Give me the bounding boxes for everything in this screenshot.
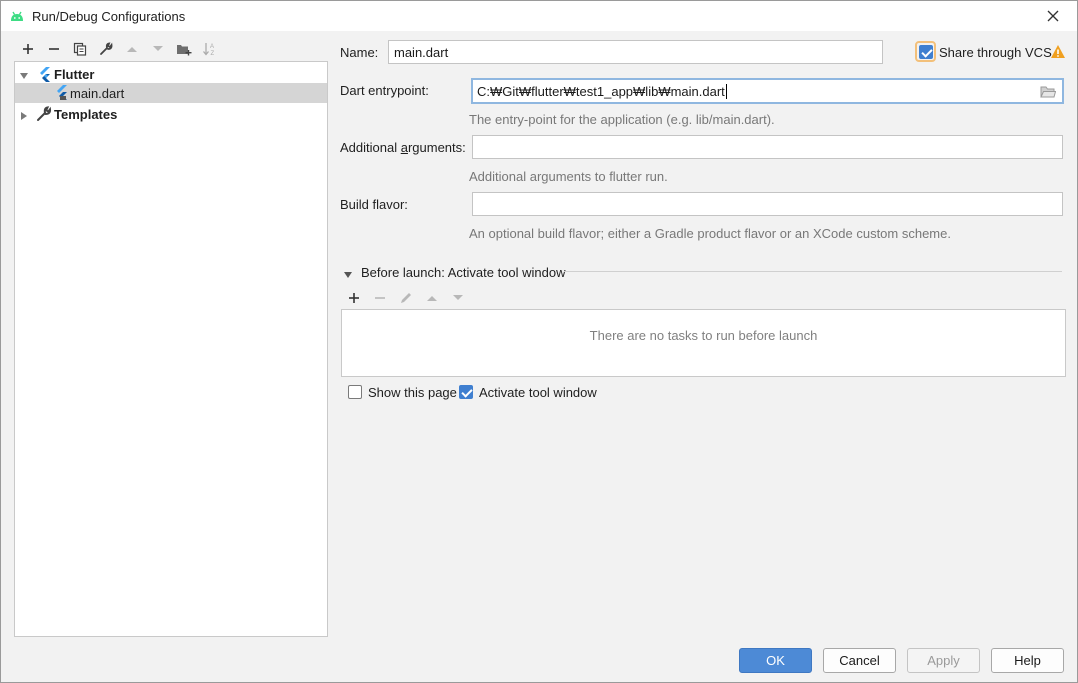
- sort-icon[interactable]: AZ: [197, 39, 223, 59]
- warning-icon[interactable]: [1050, 44, 1066, 59]
- configuration-tree: Flutter main.dart Templates: [14, 61, 328, 637]
- title-bar: Run/Debug Configurations: [1, 1, 1077, 31]
- move-up-icon[interactable]: [119, 39, 145, 59]
- before-launch-title[interactable]: Before launch: Activate tool window: [361, 265, 566, 280]
- name-field[interactable]: main.dart: [388, 40, 883, 64]
- help-button[interactable]: Help: [991, 648, 1064, 673]
- tree-item-label: Templates: [54, 106, 118, 122]
- section-divider: [564, 271, 1062, 272]
- entrypoint-value: C:₩Git₩flutter₩test1_app₩lib₩main.dart: [477, 83, 725, 99]
- wrench-icon: [36, 106, 52, 122]
- share-vcs-label[interactable]: Share through VCS: [939, 45, 1052, 60]
- flavor-label: Build flavor:: [340, 197, 408, 212]
- copy-icon[interactable]: [67, 39, 93, 59]
- add-icon[interactable]: [15, 39, 41, 59]
- svg-text:Z: Z: [211, 51, 215, 56]
- share-vcs-checkbox[interactable]: [919, 45, 933, 59]
- run-debug-dialog: Run/Debug Configurations A Z Flutter mai…: [0, 0, 1078, 683]
- text-caret: [725, 83, 727, 99]
- name-label: Name:: [340, 45, 379, 60]
- flavor-hint: An optional build flavor; either a Gradl…: [469, 226, 951, 241]
- window-title: Run/Debug Configurations: [32, 9, 186, 24]
- apply-button[interactable]: Apply: [907, 648, 980, 673]
- close-icon[interactable]: [1043, 6, 1063, 26]
- remove-icon[interactable]: [41, 39, 67, 59]
- ok-button[interactable]: OK: [739, 648, 812, 673]
- expand-arrow-icon[interactable]: [19, 69, 29, 79]
- collapse-arrow-icon[interactable]: [19, 109, 29, 120]
- remove-icon[interactable]: [367, 288, 393, 308]
- browse-folder-icon[interactable]: [1040, 85, 1057, 101]
- activate-tool-window-label[interactable]: Activate tool window: [479, 385, 597, 400]
- flutter-config-icon: [55, 85, 71, 101]
- tree-item-main-dart[interactable]: main.dart: [15, 83, 327, 103]
- activate-tool-window-checkbox[interactable]: [459, 385, 473, 399]
- before-launch-toolbar: [341, 288, 471, 306]
- flavor-field[interactable]: [472, 192, 1063, 216]
- flutter-icon: [37, 66, 53, 82]
- empty-tasks-text: There are no tasks to run before launch: [589, 328, 818, 343]
- android-icon: [9, 9, 25, 23]
- config-toolbar: AZ: [15, 39, 223, 59]
- move-up-icon[interactable]: [419, 288, 445, 308]
- tree-item-flutter[interactable]: Flutter: [15, 64, 327, 84]
- entrypoint-field[interactable]: C:₩Git₩flutter₩test1_app₩lib₩main.dart: [471, 78, 1064, 104]
- cancel-button[interactable]: Cancel: [823, 648, 896, 673]
- show-page-label[interactable]: Show this page: [368, 385, 457, 400]
- new-folder-icon[interactable]: [171, 39, 197, 59]
- args-field[interactable]: [472, 135, 1063, 159]
- entrypoint-label: Dart entrypoint:: [340, 83, 429, 98]
- move-down-icon[interactable]: [145, 39, 171, 59]
- args-label: Additional arguments:: [340, 140, 466, 155]
- args-hint: Additional arguments to flutter run.: [469, 169, 668, 184]
- add-icon[interactable]: [341, 288, 367, 308]
- svg-text:A: A: [210, 44, 214, 50]
- entrypoint-hint: The entry-point for the application (e.g…: [469, 112, 775, 127]
- edit-icon[interactable]: [393, 288, 419, 308]
- before-launch-task-list[interactable]: There are no tasks to run before launch: [341, 309, 1066, 377]
- tree-item-label: Flutter: [54, 66, 95, 82]
- tree-item-label: main.dart: [70, 85, 125, 101]
- move-down-icon[interactable]: [445, 288, 471, 308]
- wrench-icon[interactable]: [93, 39, 119, 59]
- section-collapse-icon[interactable]: [343, 267, 353, 282]
- tree-item-templates[interactable]: Templates: [15, 104, 327, 124]
- show-page-checkbox[interactable]: [348, 385, 362, 399]
